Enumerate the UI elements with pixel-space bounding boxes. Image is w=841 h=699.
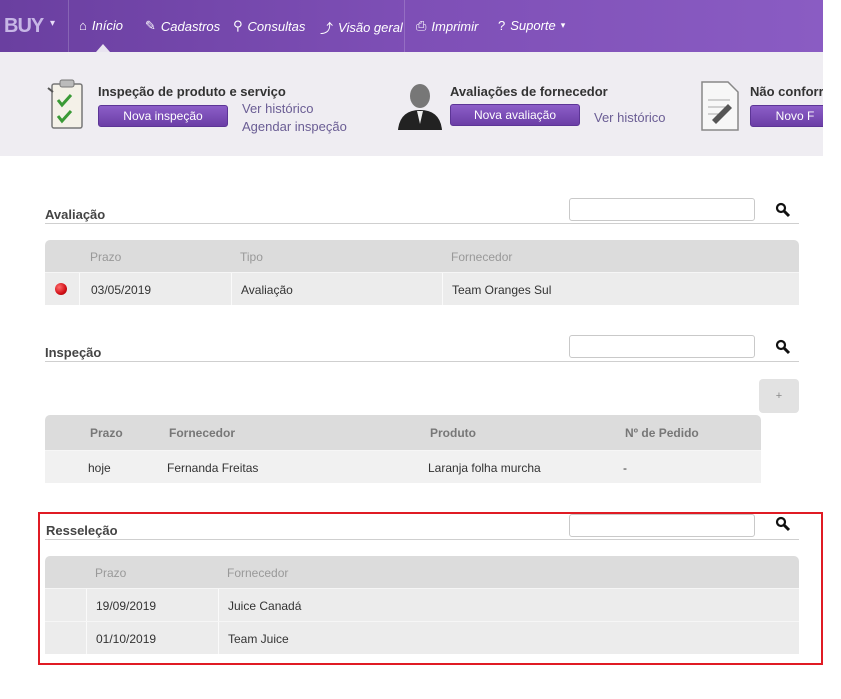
home-icon: ⌂ [79, 18, 87, 33]
table-header: Prazo Tipo Fornecedor [45, 240, 799, 272]
chart-icon: ⤴ [320, 21, 334, 36]
table-row[interactable]: hoje Fernanda Freitas Laranja folha murc… [45, 450, 761, 483]
nav-item-visao-geral[interactable]: ⤴ Visão geral [320, 18, 403, 37]
new-nonconformity-button[interactable]: Novo F [750, 105, 823, 127]
search-icon: ⚲ [233, 18, 243, 33]
inspecao-table: Prazo Fornecedor Produto Nº de Pedido ho… [45, 415, 761, 483]
clipboard-check-icon [47, 79, 83, 129]
avaliacao-title: Avaliação [45, 207, 106, 222]
cell-divider [218, 622, 219, 654]
nav-item-imprimir[interactable]: ⎙ Imprimir [416, 18, 478, 34]
search-icon[interactable] [775, 202, 791, 218]
inspecao-title: Inspeção [45, 345, 102, 360]
status-indicator [55, 283, 67, 295]
column-header[interactable]: Fornecedor [451, 250, 512, 264]
fornecedor-cell: Team Oranges Sul [452, 283, 552, 297]
quick-actions-bar: Inspeção de produto e serviço Nova inspe… [0, 52, 823, 156]
chevron-down-icon: ▾ [560, 20, 566, 30]
section-divider [45, 539, 799, 540]
cell-divider [231, 273, 232, 305]
help-icon: ? [498, 18, 506, 33]
search-icon[interactable] [775, 516, 791, 532]
nav-item-suporte[interactable]: ? Suporte ▾ [498, 18, 565, 33]
fornecedor-cell: Fernanda Freitas [167, 461, 259, 475]
table-row[interactable]: 01/10/2019 Team Juice [45, 621, 799, 654]
section-divider [45, 361, 799, 362]
brand-logo[interactable]: BUY [4, 15, 44, 38]
fornecedor-cell: Team Juice [228, 632, 289, 646]
resselecao-title: Resseleção [46, 523, 118, 538]
column-header[interactable]: Prazo [90, 426, 123, 440]
table-header: Prazo Fornecedor [45, 556, 799, 588]
nav-item-consultas[interactable]: ⚲ Consultas [233, 18, 305, 34]
nav-label-imprimir: Imprimir [431, 18, 479, 34]
prazo-cell: 01/10/2019 [96, 632, 157, 646]
column-header[interactable]: Produto [430, 426, 476, 440]
cell-divider [86, 622, 87, 654]
cell-divider [218, 589, 219, 621]
nav-label-visao-geral: Visão geral [338, 20, 403, 35]
evaluation-history-link[interactable]: Ver histórico [594, 110, 666, 125]
tipo-cell: Avaliação [241, 283, 293, 297]
cell-divider [442, 273, 443, 305]
nav-divider [68, 0, 69, 52]
resselecao-search-input[interactable] [569, 514, 755, 537]
avaliacao-search-input[interactable] [569, 198, 755, 221]
prazo-cell: 19/09/2019 [96, 599, 157, 613]
resselecao-table: Prazo Fornecedor 19/09/2019 Juice Canadá… [45, 556, 799, 654]
supplier-section-title: Avaliações de fornecedor [450, 84, 608, 99]
nav-label-inicio: Início [91, 18, 123, 33]
nav-label-suporte: Suporte [510, 18, 556, 33]
avaliacao-table: Prazo Tipo Fornecedor 03/05/2019 Avaliaç… [45, 240, 799, 305]
table-row[interactable]: 19/09/2019 Juice Canadá [45, 588, 799, 621]
inspection-history-link[interactable]: Ver histórico [242, 101, 314, 116]
column-header[interactable]: Fornecedor [169, 426, 235, 440]
nav-item-inicio[interactable]: ⌂ Início [79, 18, 123, 33]
section-divider [45, 223, 799, 224]
inspecao-search-input[interactable] [569, 335, 755, 358]
table-header: Prazo Fornecedor Produto Nº de Pedido [45, 415, 761, 450]
brand-dropdown-icon[interactable]: ▾ [50, 18, 55, 29]
printer-icon: ⎙ [416, 18, 427, 33]
document-edit-icon [701, 81, 739, 131]
column-header[interactable]: Nº de Pedido [625, 426, 699, 440]
search-icon[interactable] [775, 339, 791, 355]
column-header[interactable]: Tipo [240, 250, 263, 264]
inspection-section-title: Inspeção de produto e serviço [98, 84, 286, 99]
column-header[interactable]: Fornecedor [227, 566, 288, 580]
schedule-inspection-link[interactable]: Agendar inspeção [242, 119, 347, 134]
nav-item-cadastros[interactable]: ✎ Cadastros [145, 18, 220, 34]
top-navbar: BUY ▾ ⌂ Início ✎ Cadastros ⚲ Consultas ⤴… [0, 0, 823, 52]
cell-divider [79, 273, 80, 305]
nonconformity-section-title: Não conforr [750, 84, 823, 99]
prazo-cell: hoje [88, 461, 111, 475]
new-evaluation-button[interactable]: Nova avaliação [450, 104, 580, 126]
column-header[interactable]: Prazo [95, 566, 126, 580]
cell-divider [86, 589, 87, 621]
produto-cell: Laranja folha murcha [428, 461, 541, 475]
new-inspection-button[interactable]: Nova inspeção [98, 105, 228, 127]
active-tab-indicator [96, 44, 110, 52]
nav-label-cadastros: Cadastros [160, 18, 221, 34]
table-row[interactable]: 03/05/2019 Avaliação Team Oranges Sul [45, 272, 799, 305]
pencil-icon: ✎ [145, 18, 156, 33]
prazo-cell: 03/05/2019 [91, 283, 152, 297]
column-header[interactable]: Prazo [90, 250, 121, 264]
fornecedor-cell: Juice Canadá [228, 599, 302, 613]
nav-label-consultas: Consultas [247, 18, 306, 34]
add-inspection-button[interactable]: + [759, 379, 799, 413]
supplier-person-icon [398, 84, 442, 130]
nav-divider [404, 0, 405, 52]
pedido-cell: - [623, 461, 627, 475]
